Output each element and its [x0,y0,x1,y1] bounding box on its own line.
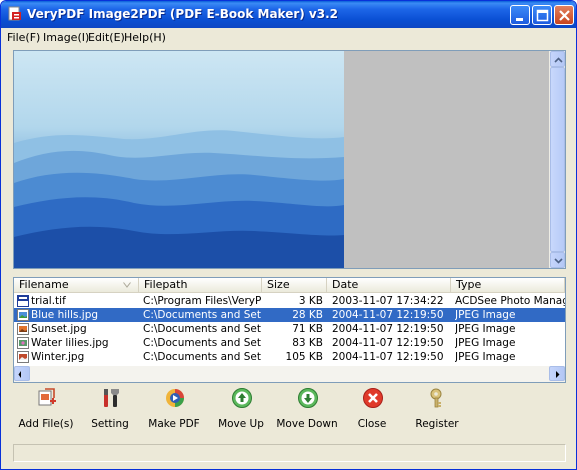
jpeg-file-icon [17,309,29,321]
status-bar [1,442,576,469]
file-list[interactable]: Filename Filepath Size Date Type trial.t… [13,277,566,383]
date-cell: 2004-11-07 12:19:50 [332,309,444,321]
filename-cell: Blue hills.jpg [31,309,99,321]
type-cell: ACDSee Photo Manager 1... [455,295,565,307]
scroll-up-button[interactable] [550,51,565,67]
menu-help[interactable]: Help(H) [124,31,166,44]
filename-cell: Sunset.jpg [31,323,87,335]
status-panel [13,444,566,462]
app-icon[interactable] [7,6,23,22]
filepath-cell: C:\Documents and Setting... [143,323,261,335]
size-cell: 83 KB [292,337,323,349]
maximize-icon [536,9,549,22]
close-circle-icon [363,388,383,408]
setting-button[interactable]: Setting [77,385,143,437]
list-horizontal-scrollbar[interactable] [14,366,565,382]
scroll-down-button[interactable] [550,252,565,268]
scroll-right-button[interactable] [549,366,565,381]
jpeg-file-icon [17,337,29,349]
move-up-button[interactable]: Move Up [208,385,274,437]
move-up-label: Move Up [218,418,264,430]
type-cell: JPEG Image [455,309,516,321]
type-cell: JPEG Image [455,323,516,335]
chevron-right-icon [556,371,560,378]
type-cell: JPEG Image [455,337,516,349]
filepath-cell: C:\Documents and Setting... [143,351,261,363]
maximize-button[interactable] [532,5,552,25]
make-pdf-label: Make PDF [148,418,200,430]
type-cell: JPEG Image [455,351,516,363]
title-bar[interactable]: VeryPDF Image2PDF (PDF E-Book Maker) v3.… [1,1,576,28]
filename-cell: Winter.jpg [31,351,85,363]
preview-image [14,51,344,268]
close-window-button[interactable] [554,5,574,25]
move-down-button[interactable]: Move Down [274,385,340,437]
menu-bar: File(F) Image(I) Edit(E) Help(H) [1,28,576,47]
blue-hills-image [14,130,344,268]
arrow-down-icon [298,388,318,408]
filename-cell: trial.tif [31,295,66,307]
register-button[interactable]: Register [404,385,470,437]
menu-image[interactable]: Image(I) [43,31,89,44]
date-cell: 2003-11-07 17:34:22 [332,295,444,307]
list-item[interactable]: Sunset.jpg C:\Documents and Setting... 7… [14,322,565,336]
column-header-type[interactable]: Type [451,278,565,293]
make-pdf-icon [166,389,184,407]
jpeg-file-icon [17,351,29,363]
list-item[interactable]: Blue hills.jpg C:\Documents and Setting.… [14,308,565,322]
key-icon [430,388,442,408]
size-cell: 105 KB [285,351,323,363]
size-cell: 3 KB [298,295,323,307]
date-cell: 2004-11-07 12:19:50 [332,351,444,363]
setting-label: Setting [91,418,129,430]
filename-cell: Water lilies.jpg [31,337,109,349]
register-label: Register [415,418,459,430]
tools-icon [104,389,119,407]
menu-edit[interactable]: Edit(E) [88,31,125,44]
preview-vertical-scrollbar[interactable] [549,51,565,268]
jpeg-file-icon [17,323,29,335]
column-header-filepath[interactable]: Filepath [139,278,262,293]
menu-file[interactable]: File(F) [7,31,40,44]
scroll-left-button[interactable] [14,366,30,381]
close-label: Close [357,418,387,430]
column-header-size[interactable]: Size [262,278,327,293]
close-icon [559,10,570,21]
list-item[interactable]: Water lilies.jpg C:\Documents and Settin… [14,336,565,350]
date-cell: 2004-11-07 12:19:50 [332,337,444,349]
list-item[interactable]: Winter.jpg C:\Documents and Setting... 1… [14,350,565,364]
filepath-cell: C:\Program Files\VeryPDF ... [143,295,261,307]
window-title: VeryPDF Image2PDF (PDF E-Book Maker) v3.… [27,7,338,21]
list-item[interactable]: trial.tif C:\Program Files\VeryPDF ... 3… [14,294,565,308]
sort-indicator-icon [123,282,131,288]
column-header-date[interactable]: Date [327,278,451,293]
chevron-up-icon [554,57,563,63]
date-cell: 2004-11-07 12:19:50 [332,323,444,335]
image-preview-pane [13,50,566,269]
filepath-cell: C:\Documents and Setting... [143,309,261,321]
tif-file-icon [17,295,29,307]
add-files-label: Add File(s) [18,418,74,430]
app-window: VeryPDF Image2PDF (PDF E-Book Maker) v3.… [0,0,577,470]
make-pdf-button[interactable]: Make PDF [141,385,207,437]
toolbar: Add File(s) Setting Make PDF Move Up Mov… [13,385,566,437]
close-button[interactable]: Close [339,385,405,437]
chevron-left-icon [18,371,21,378]
arrow-up-icon [232,388,252,408]
filepath-cell: C:\Documents and Setting... [143,337,261,349]
add-files-button[interactable]: Add File(s) [13,385,79,437]
minimize-icon [516,18,523,21]
size-cell: 71 KB [292,323,323,335]
column-header-filename[interactable]: Filename [14,278,139,293]
size-cell: 28 KB [292,309,323,321]
scroll-track[interactable] [30,366,549,381]
move-down-label: Move Down [276,418,338,430]
scroll-thumb[interactable] [550,67,565,252]
chevron-down-icon [554,258,563,264]
list-header: Filename Filepath Size Date Type [14,278,565,293]
minimize-button[interactable] [510,5,530,25]
add-files-icon [38,388,56,406]
